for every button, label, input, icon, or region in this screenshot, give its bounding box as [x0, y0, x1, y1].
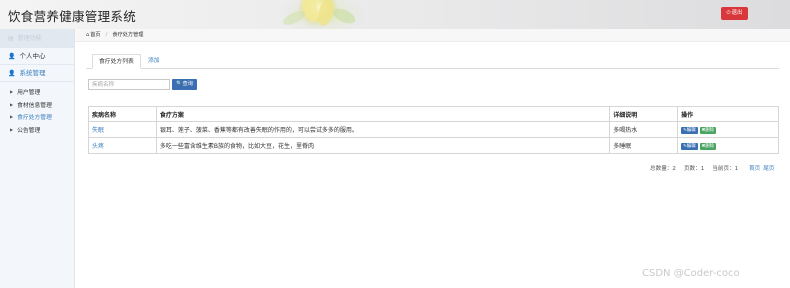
breadcrumb-home[interactable]: 首页	[90, 32, 100, 38]
cell-actions: ✎编辑 ✖删除	[677, 137, 779, 154]
cell-disease-name: 失眠	[88, 121, 157, 138]
column-header-actions: 操作	[677, 106, 779, 122]
sidebar-item-label: 用户管理	[17, 90, 41, 96]
edit-label: 编辑	[686, 127, 696, 133]
main-content: ⌂首页/食疗处方管理 食疗处方列表 添加 🔍查询 疾病名称 食疗方案 详细说明 …	[75, 29, 790, 288]
disease-name-link[interactable]: 头疼	[92, 143, 104, 150]
breadcrumb-current: 食疗处方管理	[112, 32, 144, 38]
column-header-diet-plan: 食疗方案	[155, 106, 611, 122]
disease-name-link[interactable]: 失眠	[92, 127, 104, 134]
power-icon: ⏻	[726, 10, 731, 16]
delete-button[interactable]: ✖删除	[699, 126, 717, 134]
menu-icon: ▤	[8, 35, 14, 42]
table-row: 失眠 银耳、莲子、菠菜、香蕉等都有改善失眠的作用的，可以尝试多多的服用。 多喝热…	[88, 121, 779, 138]
caret-right-icon: ▶	[10, 114, 14, 119]
caret-right-icon: ▶	[10, 126, 14, 132]
cell-diet-plan: 多吃一些富含维生素B族的食物，比如大豆，花生，里脊肉	[155, 137, 611, 154]
app-title: 饮食营养健康管理系统	[8, 9, 137, 24]
sidebar-item-announcement-management[interactable]: ▶ 公告管理	[0, 124, 74, 137]
edit-button[interactable]: ✎编辑	[681, 126, 698, 134]
table-header-row: 疾病名称 食疗方案 详细说明 操作	[88, 106, 779, 122]
tab-add[interactable]: 添加	[142, 54, 166, 69]
logout-label: 退出	[731, 10, 743, 16]
csdn-watermark: CSDN @Coder-coco	[642, 268, 740, 279]
prescription-table: 疾病名称 食疗方案 详细说明 操作 失眠 银耳、莲子、菠菜、香蕉等都有改善失眠的…	[88, 106, 779, 154]
logout-button[interactable]: ⏻退出	[721, 7, 748, 20]
cell-details: 多睡眠	[609, 137, 679, 154]
current-page: 当前页：1	[712, 166, 739, 172]
sidebar-item-dietary-prescription-management[interactable]: ▶ 食疗处方管理	[0, 111, 74, 124]
sidebar-item-label: 公告管理	[17, 127, 41, 134]
sidebar-section-label: 个人中心	[19, 52, 46, 60]
search-button[interactable]: 🔍查询	[172, 79, 197, 90]
breadcrumb-separator: /	[105, 32, 108, 38]
column-header-disease-name: 疾病名称	[88, 106, 157, 122]
disease-name-search-input[interactable]	[88, 79, 170, 90]
delete-label: 删除	[705, 143, 715, 149]
cell-details: 多喝热水	[609, 121, 679, 138]
sidebar-item-label: 食疗处方管理	[17, 115, 52, 121]
home-icon: ⌂	[86, 32, 90, 38]
cell-actions: ✎编辑 ✖删除	[677, 121, 779, 138]
user-icon: 👤	[8, 53, 16, 60]
delete-button[interactable]: ✖删除	[699, 142, 717, 150]
first-page-link[interactable]: 首页	[749, 166, 760, 172]
breadcrumb: ⌂首页 / 食疗处方管理	[75, 29, 790, 42]
search-button-label: 查询	[182, 81, 193, 87]
sidebar-section-label: 系统管理	[19, 69, 46, 77]
tab-prescription-list[interactable]: 食疗处方列表	[92, 54, 141, 69]
caret-right-icon: ▶	[10, 101, 14, 107]
top-header: 饮食营养健康管理系统 ⏻退出	[0, 0, 790, 29]
edit-button[interactable]: ✎编辑	[681, 142, 698, 150]
sidebar-section-system-management[interactable]: 👤 系统管理	[0, 65, 74, 82]
sidebar-header-label: 管理功能	[17, 35, 42, 42]
last-page-link[interactable]: 尾页	[763, 166, 774, 172]
sidebar-item-ingredient-management[interactable]: ▶ 食材信息管理	[0, 99, 74, 112]
user-icon: 👤	[8, 70, 16, 77]
tab-bar: 食疗处方列表 添加	[86, 54, 779, 69]
pagination-links: 首页 尾页	[749, 165, 777, 174]
sidebar: ▤ 管理功能 👤 个人中心 👤 系统管理 ▶ 用户管理 ▶ 食材信息管理 ▶ 食疗处方管理 …	[0, 29, 75, 288]
edit-label: 编辑	[686, 143, 696, 149]
sidebar-section-personal-center[interactable]: 👤 个人中心	[0, 48, 74, 65]
sidebar-header: ▤ 管理功能	[0, 29, 74, 48]
page-count: 页数：1	[683, 166, 705, 172]
corn-banner-image	[278, 0, 368, 29]
sidebar-item-label: 食材信息管理	[17, 102, 52, 109]
sidebar-item-user-management[interactable]: ▶ 用户管理	[0, 86, 74, 99]
pagination-info: 总数量：2 页数：1 当前页：1	[650, 165, 746, 174]
table-row: 头疼 多吃一些富含维生素B族的食物，比如大豆，花生，里脊肉 多睡眠 ✎编辑 ✖删除	[88, 137, 779, 154]
cell-diet-plan: 银耳、莲子、菠菜、香蕉等都有改善失眠的作用的，可以尝试多多的服用。	[155, 121, 611, 138]
cell-disease-name: 头疼	[88, 137, 157, 154]
caret-right-icon: ▶	[10, 89, 14, 94]
column-header-details: 详细说明	[609, 106, 679, 122]
total-count: 总数量：2	[650, 166, 676, 172]
delete-label: 删除	[705, 127, 715, 133]
